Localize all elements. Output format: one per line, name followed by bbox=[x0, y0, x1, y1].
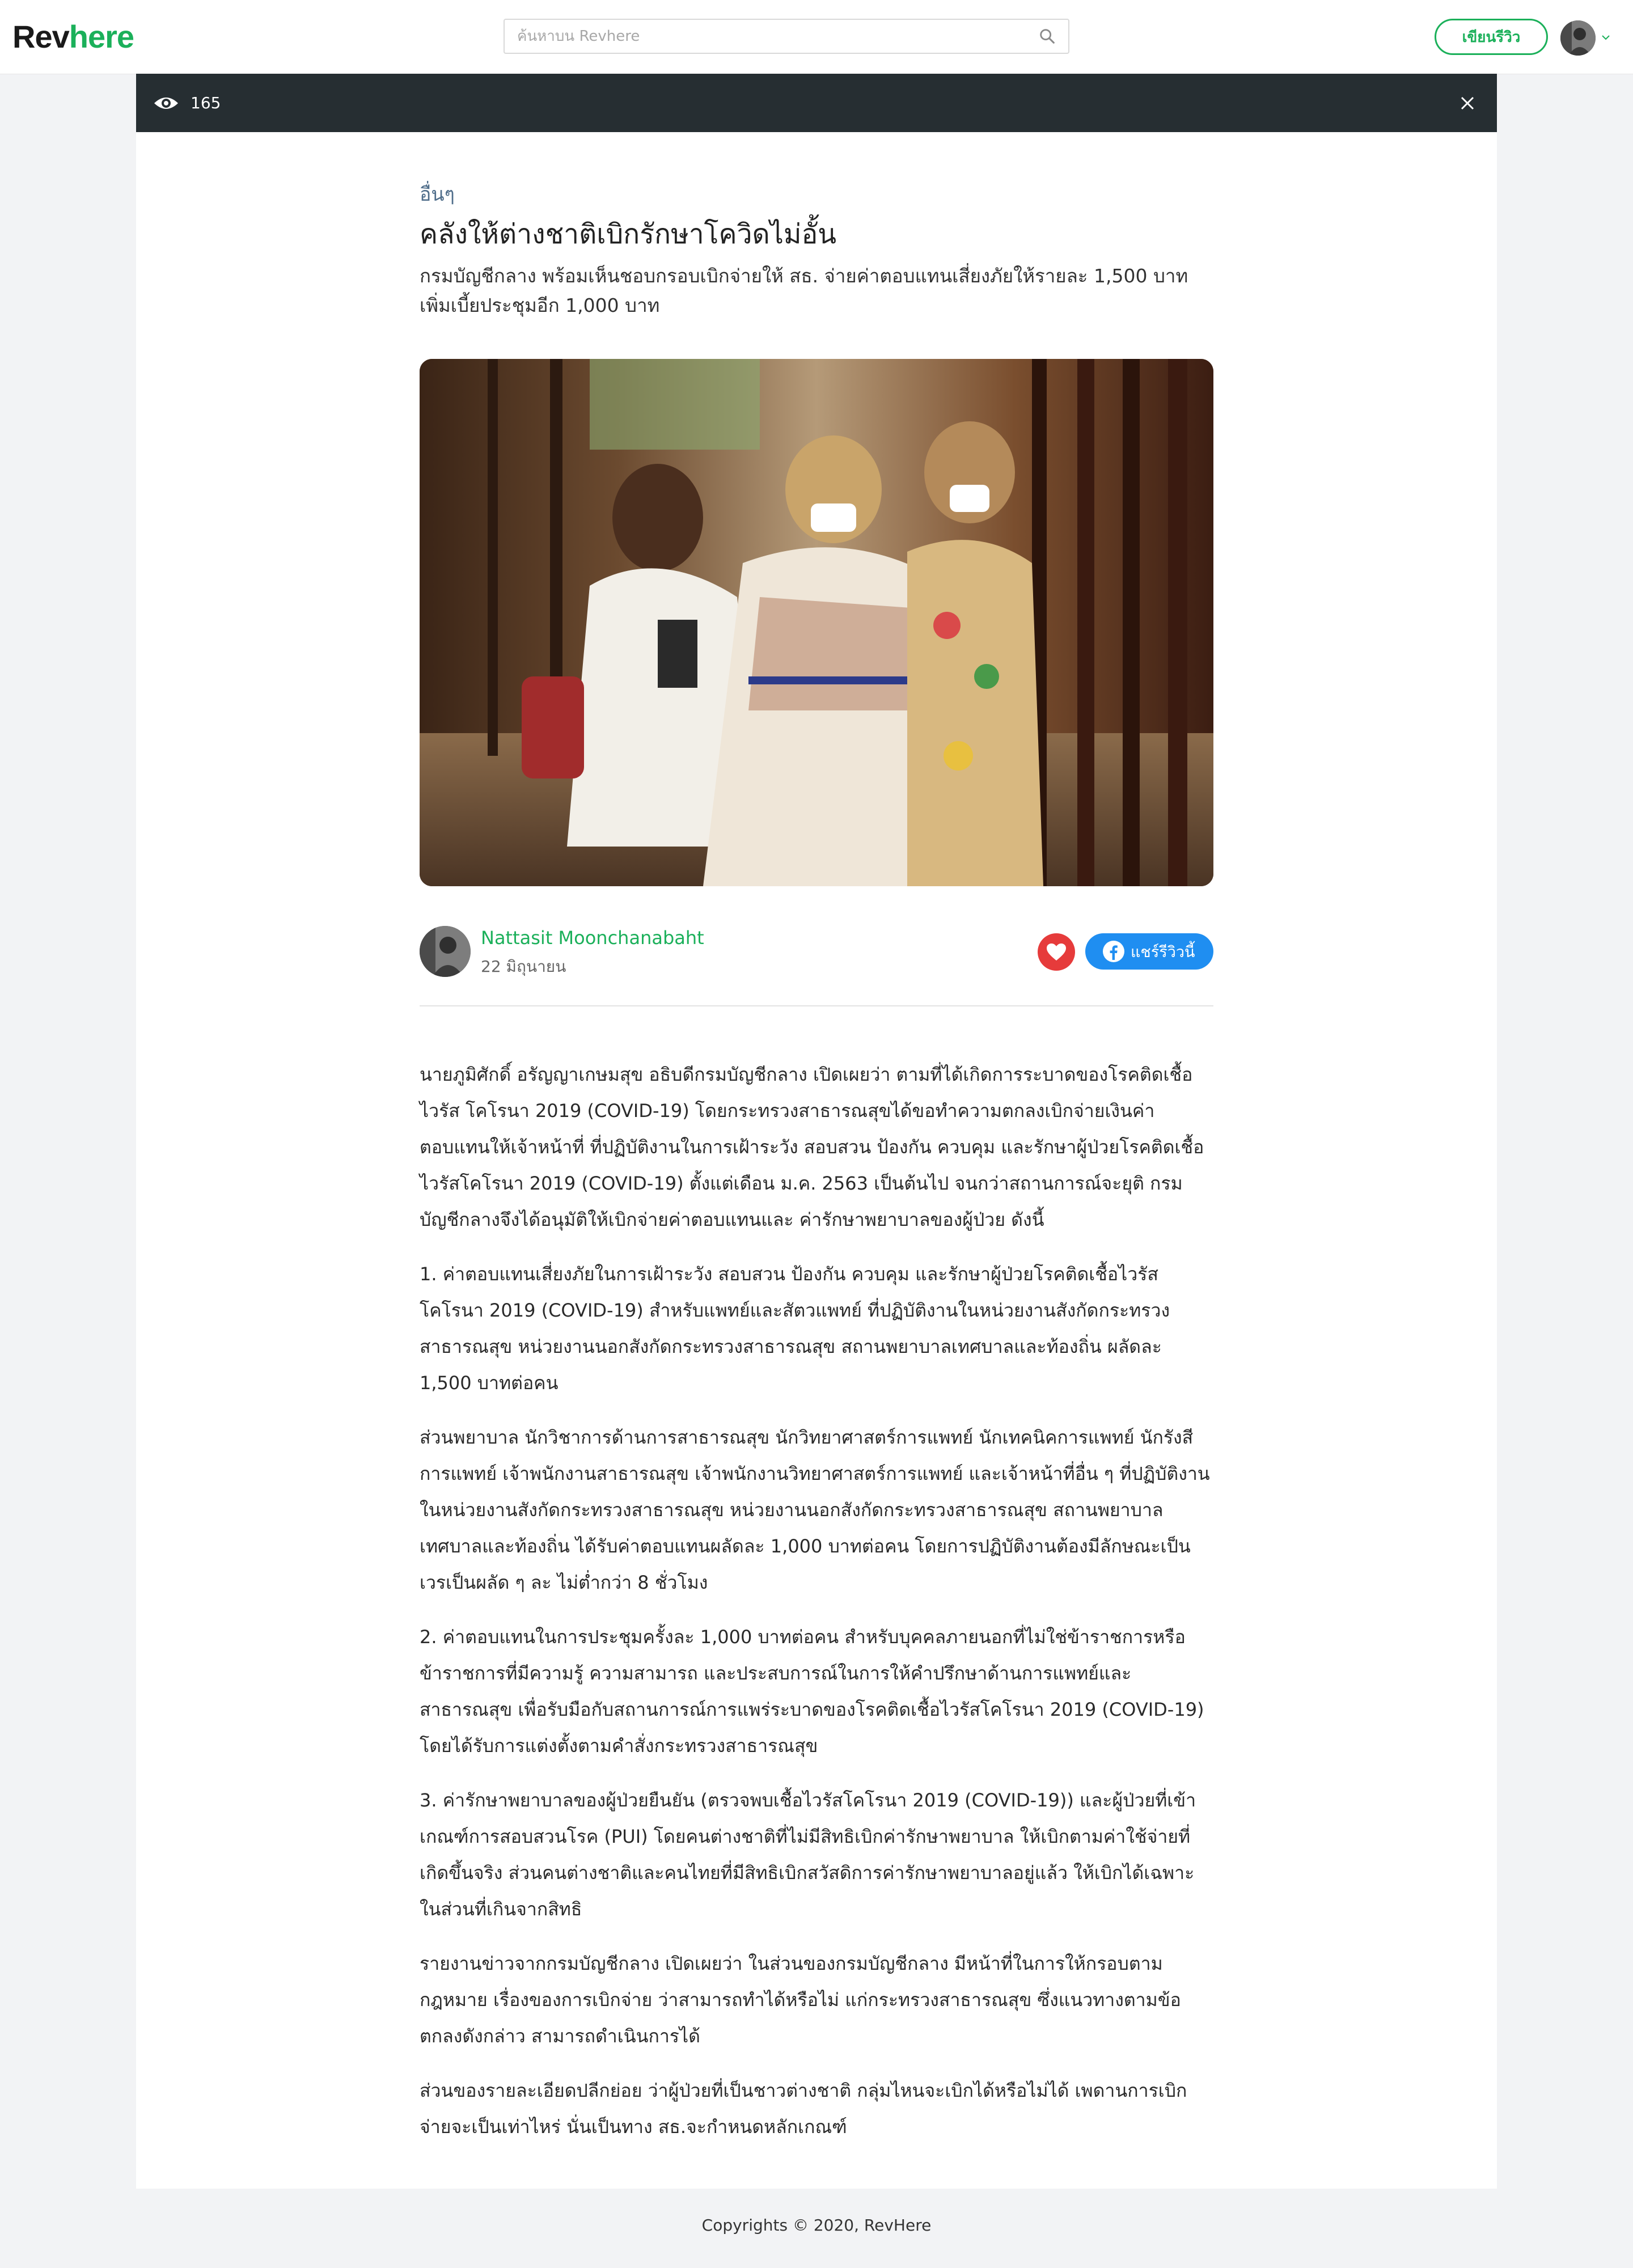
view-count-bar: 165 bbox=[136, 74, 1497, 132]
author-name[interactable]: Nattasit Moonchanabaht bbox=[481, 927, 704, 949]
revhere-logo[interactable]: Revhere bbox=[12, 16, 134, 58]
view-count: 165 bbox=[191, 94, 221, 112]
facebook-icon bbox=[1103, 941, 1124, 962]
paragraph: ส่วนพยาบาล นักวิชาการด้านการสาธารณสุข นั… bbox=[420, 1427, 1210, 1593]
search-icon[interactable] bbox=[1038, 27, 1057, 46]
heart-icon bbox=[1047, 943, 1066, 960]
eye-icon bbox=[154, 98, 178, 109]
article-body: นายภูมิศักดิ์ อรัญญาเกษมสุข อธิบดีกรมบัญ… bbox=[420, 1056, 1213, 2163]
paragraph: 2. ค่าตอบแทนในการประชุมครั้งละ 1,000 บาท… bbox=[420, 1626, 1204, 1757]
hero-image bbox=[420, 359, 1213, 886]
logo-rev: Rev bbox=[12, 19, 70, 54]
share-label: แชร์รีวิวนี้ bbox=[1131, 943, 1195, 961]
article-category[interactable]: อื่นๆ bbox=[420, 179, 455, 209]
close-icon[interactable] bbox=[1459, 95, 1475, 111]
avatar[interactable] bbox=[1560, 20, 1596, 56]
search-box bbox=[504, 19, 1069, 54]
write-review-button[interactable]: เขียนรีวิว bbox=[1435, 19, 1548, 55]
author-avatar[interactable] bbox=[420, 926, 471, 977]
chevron-down-icon[interactable] bbox=[1600, 32, 1611, 43]
search-input[interactable] bbox=[505, 20, 1015, 53]
top-navbar: Revhere เขียนรีวิว bbox=[0, 0, 1633, 74]
paragraph: ส่วนของรายละเอียดปลีกย่อย ว่าผู้ป่วยที่เ… bbox=[420, 2080, 1187, 2138]
logo-here: here bbox=[69, 19, 134, 54]
paragraph: 1. ค่าตอบแทนเสี่ยงภัยในการเฝ้าระวัง สอบส… bbox=[420, 1263, 1170, 1394]
divider bbox=[420, 1005, 1213, 1006]
paragraph: 3. ค่ารักษาพยาบาลของผู้ป่วยยืนยัน (ตรวจพ… bbox=[420, 1789, 1196, 1920]
paragraph: รายงานข่าวจากกรมบัญชีกลาง เปิดเผยว่า ในส… bbox=[420, 1953, 1181, 2047]
post-date: 22 มิถุนายน bbox=[481, 957, 566, 976]
footer-copyright: Copyrights © 2020, RevHere bbox=[701, 2216, 932, 2235]
article-title: คลังให้ต่างชาติเบิกรักษาโควิดไม่อั้น bbox=[420, 218, 837, 250]
article-card: อื่นๆ คลังให้ต่างชาติเบิกรักษาโควิดไม่อั… bbox=[136, 132, 1497, 2189]
article-subtitle: กรมบัญชีกลาง พร้อมเห็นชอบกรอบเบิกจ่ายให้… bbox=[420, 265, 1188, 316]
share-facebook-button[interactable]: แชร์รีวิวนี้ bbox=[1085, 933, 1213, 970]
paragraph: นายภูมิศักดิ์ อรัญญาเกษมสุข อธิบดีกรมบัญ… bbox=[420, 1064, 1204, 1230]
like-button[interactable] bbox=[1038, 933, 1075, 971]
